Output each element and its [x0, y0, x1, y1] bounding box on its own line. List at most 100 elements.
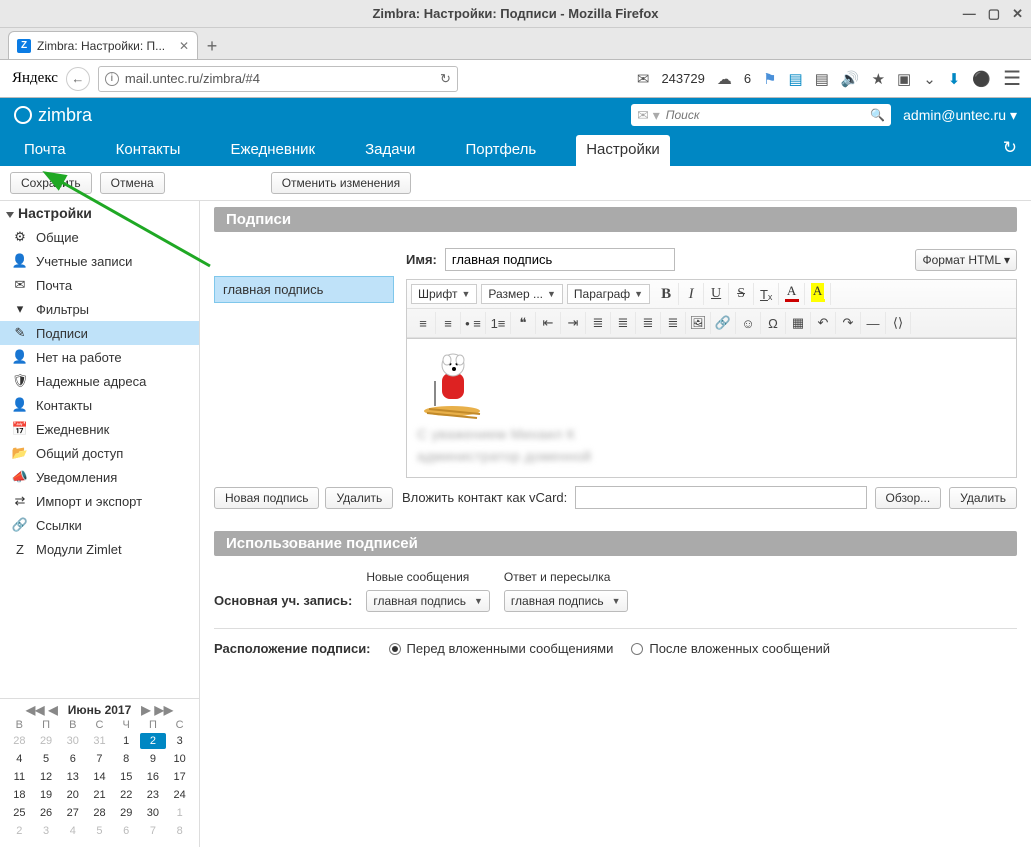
cal-day[interactable]: 22	[113, 787, 140, 803]
align-left-button[interactable]: ≡	[411, 312, 436, 334]
browser-tab[interactable]: Z Zimbra: Настройки: П... ✕	[8, 31, 198, 59]
new-tab-button[interactable]: +	[198, 33, 226, 59]
sidebar-item-2[interactable]: ✉Почта	[0, 273, 199, 297]
emoji-icon[interactable]: ☺	[736, 312, 761, 334]
cal-day[interactable]: 19	[33, 787, 60, 803]
zimbra-logo[interactable]: zimbra	[14, 105, 92, 126]
reply-select[interactable]: главная подпись▼	[504, 590, 628, 612]
info-icon[interactable]: i	[105, 72, 119, 86]
cal-day-next[interactable]: 1	[166, 805, 193, 821]
cal-day-next[interactable]: 4	[59, 823, 86, 839]
user-menu[interactable]: admin@untec.ru ▾	[903, 107, 1017, 124]
search-icon[interactable]: 🔍	[870, 108, 885, 122]
cal-day[interactable]: 18	[6, 787, 33, 803]
cancel-button[interactable]: Отмена	[100, 172, 165, 194]
cal-day[interactable]: 27	[59, 805, 86, 821]
align-r-icon[interactable]: ≣	[636, 312, 661, 334]
bg-color-button[interactable]: A	[805, 283, 831, 305]
sidebar-item-12[interactable]: 🔗Ссылки	[0, 513, 199, 537]
sidebar-title[interactable]: Настройки	[0, 201, 199, 225]
tab-calendar[interactable]: Ежедневник	[220, 135, 325, 166]
sidebar-item-5[interactable]: 👤Нет на работе	[0, 345, 199, 369]
text-color-button[interactable]: A	[779, 283, 805, 305]
special-char-icon[interactable]: Ω	[761, 312, 786, 334]
hr-icon[interactable]: —	[861, 312, 886, 334]
tab-close-icon[interactable]: ✕	[179, 39, 189, 53]
cal-day-next[interactable]: 6	[113, 823, 140, 839]
sidebar-item-9[interactable]: 📂Общий доступ	[0, 441, 199, 465]
cal-next-year[interactable]: ▶▶	[155, 703, 173, 717]
align-c-icon[interactable]: ≣	[611, 312, 636, 334]
tab-contacts[interactable]: Контакты	[106, 135, 191, 166]
cal-day[interactable]: 11	[6, 769, 33, 785]
minimize-icon[interactable]: —	[963, 6, 976, 22]
sidebar-item-8[interactable]: 📅Ежедневник	[0, 417, 199, 441]
download-icon[interactable]: ⬇	[948, 70, 961, 88]
refresh-icon[interactable]: ↻	[440, 71, 451, 87]
mail-ext-icon[interactable]: ✉	[637, 70, 650, 88]
cal-day[interactable]: 10	[166, 751, 193, 767]
cal-day-next[interactable]: 7	[140, 823, 167, 839]
cal-day[interactable]: 3	[166, 733, 193, 749]
outdent-button[interactable]: ⇤	[536, 312, 561, 334]
indent-button[interactable]: ⇥	[561, 312, 586, 334]
sidebar-item-6[interactable]: 🛡Надежные адреса	[0, 369, 199, 393]
cal-prev-year[interactable]: ◀◀	[26, 703, 44, 717]
cal-day-next[interactable]: 8	[166, 823, 193, 839]
editor-body[interactable]: С уважением Михаил К администратор домен…	[406, 338, 1017, 478]
cal-day[interactable]: 8	[113, 751, 140, 767]
pocket-icon[interactable]: ⌄	[923, 70, 936, 88]
cal-day[interactable]: 25	[6, 805, 33, 821]
cal-day[interactable]: 6	[59, 751, 86, 767]
number-list-button[interactable]: 1≡	[486, 312, 511, 334]
sidebar-item-1[interactable]: 👤Учетные записи	[0, 249, 199, 273]
search-scope-icon[interactable]: ✉ ▾	[637, 107, 660, 124]
cal-day[interactable]: 29	[113, 805, 140, 821]
weather-icon[interactable]: ☁	[717, 70, 732, 88]
ext-icon-5[interactable]: ★	[872, 70, 885, 88]
delete-vcard-button[interactable]: Удалить	[949, 487, 1017, 509]
profile-icon[interactable]: ⚫	[972, 70, 991, 88]
cal-day-next[interactable]: 3	[33, 823, 60, 839]
ext-icon-2[interactable]: ▤	[789, 70, 803, 88]
cal-day[interactable]: 4	[6, 751, 33, 767]
cal-day[interactable]: 15	[113, 769, 140, 785]
underline-button[interactable]: U	[704, 283, 729, 305]
clear-format-button[interactable]: Tₓ	[754, 283, 779, 305]
search-input[interactable]	[666, 108, 870, 122]
cal-prev-month[interactable]: ◀	[49, 703, 58, 717]
ext-icon-1[interactable]: ⚑	[763, 70, 776, 88]
cal-day[interactable]: 14	[86, 769, 113, 785]
paragraph-select[interactable]: Параграф▼	[567, 284, 650, 304]
cal-day-prev[interactable]: 28	[6, 733, 33, 749]
cal-day[interactable]: 16	[140, 769, 167, 785]
strike-button[interactable]: S	[729, 283, 754, 305]
code-icon[interactable]: ⟨⟩	[886, 312, 911, 334]
cal-day-prev[interactable]: 31	[86, 733, 113, 749]
sidebar-item-3[interactable]: ▾Фильтры	[0, 297, 199, 321]
cal-day[interactable]: 7	[86, 751, 113, 767]
bold-button[interactable]: B	[654, 283, 679, 305]
tab-briefcase[interactable]: Портфель	[455, 135, 546, 166]
italic-button[interactable]: I	[679, 283, 704, 305]
cal-day[interactable]: 28	[86, 805, 113, 821]
cal-day[interactable]: 5	[33, 751, 60, 767]
cal-day[interactable]: 2	[140, 733, 167, 749]
quote-icon[interactable]: ❝	[511, 312, 536, 334]
sidebar-item-4[interactable]: ✎Подписи	[0, 321, 199, 345]
redo-icon[interactable]: ↷	[836, 312, 861, 334]
cal-day-next[interactable]: 2	[6, 823, 33, 839]
placement-after-radio[interactable]: После вложенных сообщений	[631, 641, 830, 656]
align-center-button[interactable]: ≡	[436, 312, 461, 334]
size-select[interactable]: Размер ...▼	[481, 284, 563, 304]
align-j-icon[interactable]: ≣	[661, 312, 686, 334]
cal-day[interactable]: 21	[86, 787, 113, 803]
image-icon[interactable]: 🖼	[686, 312, 711, 334]
cal-day[interactable]: 17	[166, 769, 193, 785]
yandex-label[interactable]: Яндекс	[12, 70, 58, 87]
new-msg-select[interactable]: главная подпись▼	[366, 590, 490, 612]
format-select[interactable]: Формат HTML ▾	[915, 249, 1017, 271]
sidebar-item-10[interactable]: 📣Уведомления	[0, 465, 199, 489]
cal-day[interactable]: 13	[59, 769, 86, 785]
undo-icon[interactable]: ↶	[811, 312, 836, 334]
